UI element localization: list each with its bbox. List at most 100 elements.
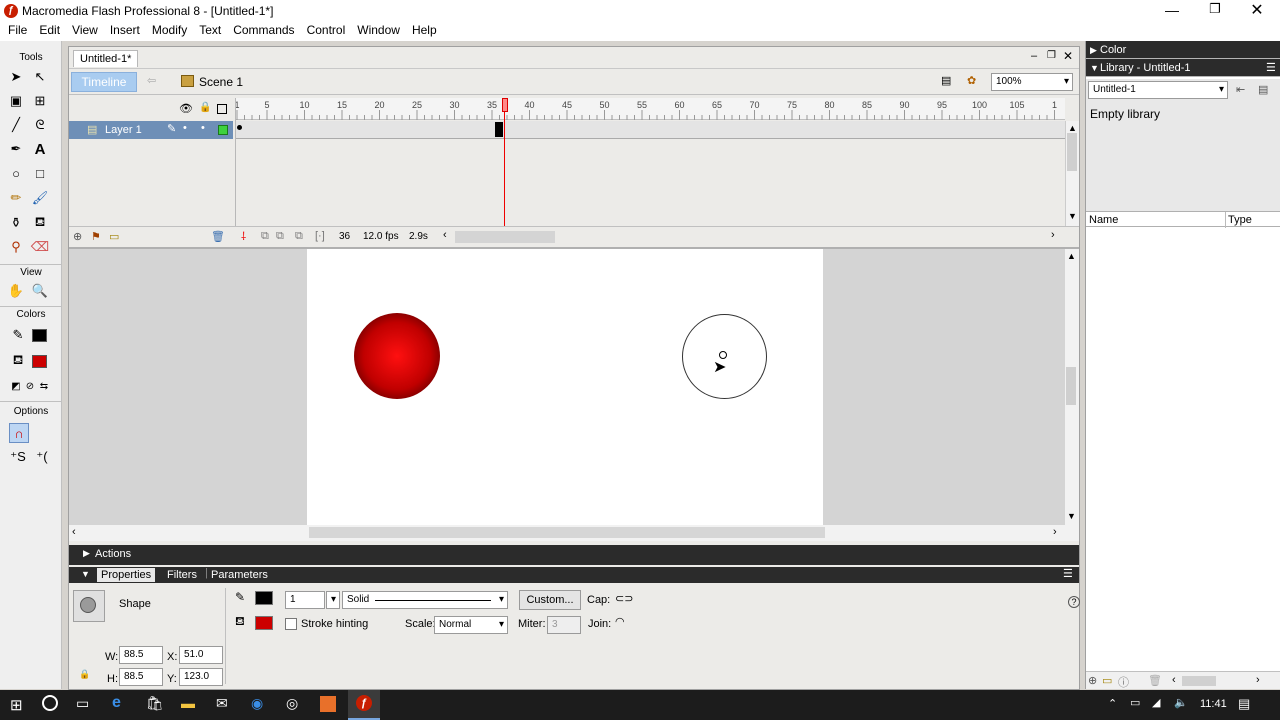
flash-taskbar-item[interactable]: ƒ: [348, 690, 380, 720]
oval-tool-icon[interactable]: ○: [6, 163, 26, 183]
library-scroll-left[interactable]: ‹: [1172, 674, 1176, 686]
layer-name[interactable]: Layer 1: [105, 124, 142, 136]
layer-outline-color[interactable]: [218, 125, 228, 135]
layer-row[interactable]: ▤ Layer 1 ✎ • •: [69, 121, 233, 139]
file-explorer-icon[interactable]: ▬: [181, 695, 195, 711]
menu-control[interactable]: Control: [301, 22, 352, 39]
tab-parameters[interactable]: Parameters: [211, 569, 268, 581]
stroke-color-button[interactable]: [255, 591, 273, 605]
restore-button[interactable]: ❐: [1205, 1, 1225, 17]
selection-tool-icon[interactable]: ➤: [6, 67, 26, 87]
timeline-vscroll[interactable]: ▲ ▼: [1065, 121, 1079, 226]
library-scroll-right[interactable]: ›: [1256, 674, 1260, 686]
pin-library-icon[interactable]: ⇤: [1236, 83, 1245, 96]
stage-vscroll[interactable]: ▲ ▼: [1065, 249, 1079, 525]
line-tool-icon[interactable]: ╱: [6, 115, 26, 135]
layer-visible-dot[interactable]: •: [183, 122, 187, 134]
lock-icon[interactable]: 🔒: [199, 102, 211, 113]
help-icon[interactable]: ?: [1068, 596, 1080, 608]
properties-icon[interactable]: ⓘ: [1118, 674, 1129, 690]
menu-window[interactable]: Window: [351, 22, 406, 39]
brush-tool-icon[interactable]: 🖌: [30, 188, 50, 208]
onion-outlines-icon[interactable]: ⧉: [276, 230, 284, 243]
document-tab[interactable]: Untitled-1*: [73, 50, 139, 67]
menu-insert[interactable]: Insert: [104, 22, 146, 39]
eraser-tool-icon[interactable]: ⌫: [30, 237, 50, 257]
delete-item-icon[interactable]: 🗑: [1148, 674, 1162, 687]
straighten-icon[interactable]: ⁺(: [32, 447, 52, 467]
stroke-width-dropdown[interactable]: [326, 591, 340, 609]
minimize-button[interactable]: —: [1162, 2, 1182, 18]
insert-folder-icon[interactable]: ▭: [109, 230, 119, 243]
doc-close-icon[interactable]: ✕: [1063, 49, 1073, 63]
library-options-icon[interactable]: ☰: [1266, 59, 1276, 77]
width-input[interactable]: 88.5: [119, 646, 163, 664]
outline-icon[interactable]: [217, 104, 227, 114]
eye-icon[interactable]: 👁: [179, 102, 193, 115]
network-icon[interactable]: ◢: [1152, 696, 1160, 709]
back-arrow-icon[interactable]: ⇦: [147, 74, 156, 87]
edge-browser-icon[interactable]: e: [112, 694, 121, 712]
lock-aspect-icon[interactable]: 🔒: [79, 669, 90, 680]
timeline-button[interactable]: Timeline: [71, 72, 137, 92]
zoom-select[interactable]: 100%: [991, 73, 1073, 91]
collapse-arrow-icon[interactable]: ▼: [81, 569, 90, 579]
chrome-icon[interactable]: ◎: [286, 695, 298, 712]
edit-scene-icon[interactable]: ✿: [967, 74, 976, 87]
menu-modify[interactable]: Modify: [146, 22, 193, 39]
cap-select-icon[interactable]: ⊂⊃: [615, 592, 633, 605]
frame-ruler[interactable]: 1 5 10 15 20 25 30 35 40 45 50 55 60 65 70 75 80 85 90 95 10…: [234, 98, 1065, 120]
height-input[interactable]: 88.5: [119, 668, 163, 686]
menu-help[interactable]: Help: [406, 22, 443, 39]
snap-to-objects-icon[interactable]: ∩: [9, 423, 29, 443]
ink-bottle-tool-icon[interactable]: ⚱: [6, 213, 26, 233]
doc-minimize-icon[interactable]: –: [1031, 50, 1037, 62]
menu-text[interactable]: Text: [193, 22, 227, 39]
stroke-width-input[interactable]: 1: [285, 591, 325, 609]
show-hidden-icons[interactable]: ⌃: [1108, 697, 1117, 710]
stroke-color-swatch[interactable]: [32, 329, 47, 342]
smooth-icon[interactable]: ⁺S: [8, 447, 28, 467]
library-hscroll-thumb[interactable]: [1182, 676, 1216, 686]
action-center-icon[interactable]: ▤: [1238, 696, 1250, 712]
start-windows-icon[interactable]: ⊞: [10, 696, 23, 714]
menu-commands[interactable]: Commands: [227, 22, 300, 39]
add-guide-layer-icon[interactable]: ⚑: [91, 230, 101, 243]
center-frame-icon[interactable]: ⸸: [241, 229, 246, 244]
fill-color-swatch[interactable]: [32, 355, 47, 368]
volume-icon[interactable]: 🔈: [1174, 696, 1188, 709]
onion-skin-icon[interactable]: ⧉: [261, 230, 269, 243]
text-tool-icon[interactable]: A: [30, 139, 50, 159]
timeline-scroll-left[interactable]: ‹: [443, 229, 447, 241]
fill-transform-tool-icon[interactable]: ⊞: [30, 91, 50, 111]
edit-multiple-frames-icon[interactable]: ⧉: [295, 230, 303, 243]
new-symbol-icon[interactable]: ⊕: [1088, 674, 1097, 687]
y-input[interactable]: 123.0: [179, 668, 223, 686]
fill-color-button[interactable]: [255, 616, 273, 630]
x-input[interactable]: 51.0: [179, 646, 223, 664]
close-button[interactable]: ✕: [1247, 0, 1267, 20]
app-icon-blue[interactable]: ◉: [251, 695, 263, 712]
library-panel-header[interactable]: ▼ Library - Untitled-1 ☰: [1086, 59, 1280, 77]
mail-icon[interactable]: ✉: [216, 695, 228, 712]
scale-select[interactable]: Normal: [434, 616, 508, 634]
new-folder-icon[interactable]: ▭: [1102, 674, 1112, 687]
actions-panel-header[interactable]: ▶ Actions: [69, 545, 1079, 565]
join-select-icon[interactable]: ◠: [615, 615, 625, 628]
paint-bucket-tool-icon[interactable]: ⛾: [30, 213, 50, 233]
cortana-icon[interactable]: [42, 695, 58, 711]
col-name[interactable]: Name: [1089, 214, 1118, 226]
swap-colors-icon[interactable]: ⇆: [34, 376, 54, 396]
timeline-scroll-right[interactable]: ›: [1051, 229, 1055, 241]
free-transform-tool-icon[interactable]: ▣: [6, 91, 26, 111]
menu-edit[interactable]: Edit: [33, 22, 66, 39]
tab-filters[interactable]: Filters: [167, 569, 197, 581]
pen-tool-icon[interactable]: ✒: [6, 139, 26, 159]
subselection-tool-icon[interactable]: ↖: [30, 67, 50, 87]
color-panel-header[interactable]: ▶ Color: [1086, 41, 1280, 59]
app-icon-orange[interactable]: [320, 696, 336, 712]
battery-icon[interactable]: ▭: [1130, 696, 1140, 709]
doc-restore-icon[interactable]: ❐: [1047, 50, 1056, 61]
new-library-icon[interactable]: ▤: [1258, 83, 1268, 96]
stroke-hinting-checkbox[interactable]: [285, 618, 297, 630]
